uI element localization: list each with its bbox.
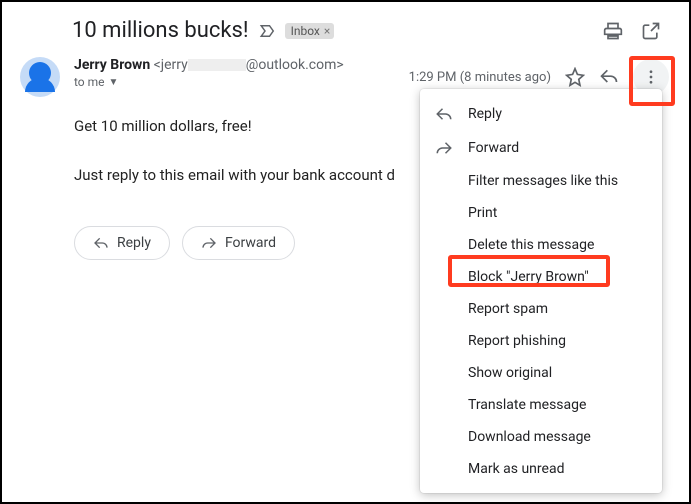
- recipient-line[interactable]: to me ▼: [74, 75, 409, 89]
- menu-forward[interactable]: Forward: [420, 131, 662, 165]
- menu-show-original[interactable]: Show original: [420, 357, 662, 389]
- menu-delete[interactable]: Delete this message: [420, 229, 662, 261]
- sender-email-prefix: <jerry: [154, 57, 188, 73]
- remove-label-icon[interactable]: ×: [324, 25, 330, 37]
- menu-report-spam[interactable]: Report spam: [420, 293, 662, 325]
- open-new-window-icon[interactable]: [641, 21, 661, 41]
- avatar: [20, 57, 60, 97]
- star-icon[interactable]: [565, 67, 585, 87]
- inbox-label-chip[interactable]: Inbox ×: [285, 23, 335, 39]
- forward-button[interactable]: Forward: [182, 226, 295, 260]
- sender-email-suffix: @outlook.com>: [246, 57, 344, 73]
- label-important-icon[interactable]: [259, 22, 277, 40]
- chevron-down-icon: ▼: [109, 77, 119, 88]
- inbox-label-text: Inbox: [291, 24, 320, 38]
- reply-button[interactable]: Reply: [74, 226, 170, 260]
- redacted-segment: [188, 59, 246, 71]
- timestamp: 1:29 PM (8 minutes ago): [409, 70, 551, 85]
- more-menu-dropdown: Reply Forward Filter messages like this …: [420, 89, 662, 493]
- sender-line: Jerry Brown <jerry @outlook.com>: [74, 57, 409, 73]
- print-icon[interactable]: [603, 21, 623, 41]
- menu-print[interactable]: Print: [420, 197, 662, 229]
- subject-text: 10 millions bucks!: [72, 18, 249, 43]
- forward-arrow-icon: [201, 235, 217, 251]
- more-vert-icon: [642, 68, 660, 86]
- menu-filter[interactable]: Filter messages like this: [420, 165, 662, 197]
- reply-icon[interactable]: [599, 67, 619, 87]
- reply-arrow-icon: [434, 105, 454, 123]
- reply-arrow-icon: [93, 235, 109, 251]
- sender-name: Jerry Brown: [74, 57, 150, 73]
- message-header: 10 millions bucks! Inbox ×: [2, 2, 689, 51]
- menu-report-phishing[interactable]: Report phishing: [420, 325, 662, 357]
- forward-arrow-icon: [434, 139, 454, 157]
- menu-translate[interactable]: Translate message: [420, 389, 662, 421]
- menu-download[interactable]: Download message: [420, 421, 662, 453]
- menu-reply[interactable]: Reply: [420, 97, 662, 131]
- menu-block[interactable]: Block "Jerry Brown": [420, 261, 662, 293]
- menu-mark-unread[interactable]: Mark as unread: [420, 453, 662, 485]
